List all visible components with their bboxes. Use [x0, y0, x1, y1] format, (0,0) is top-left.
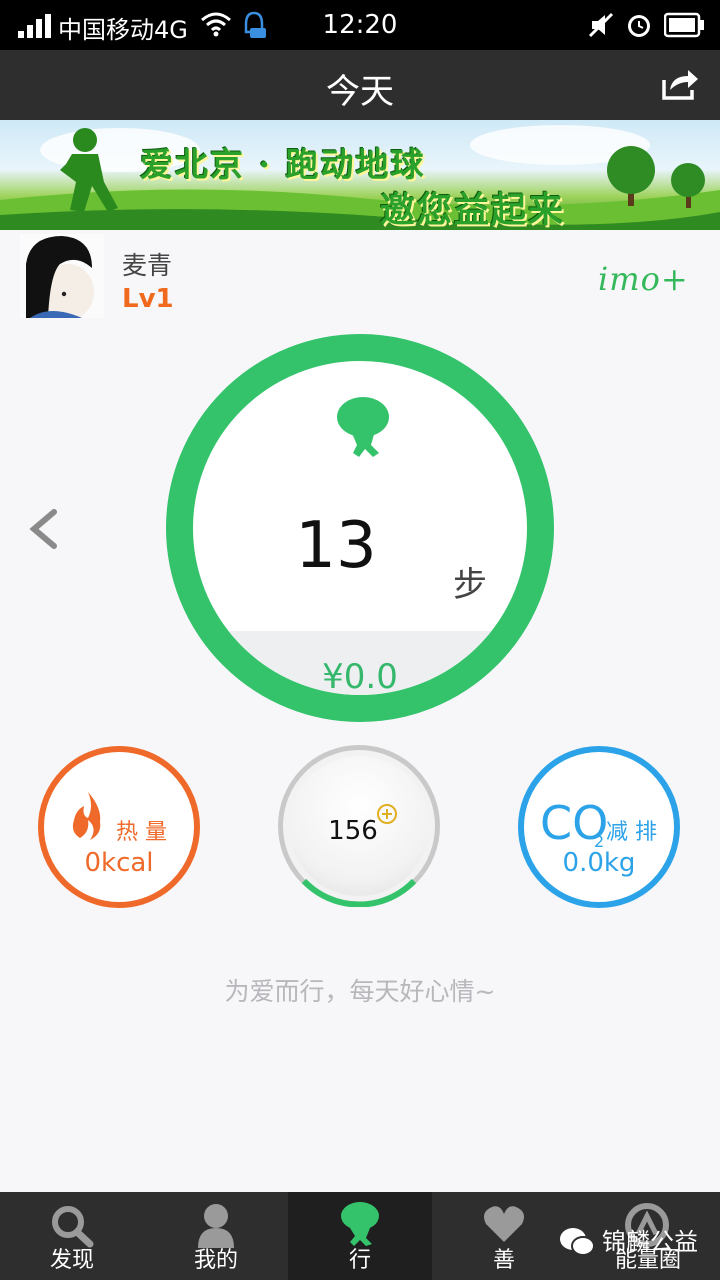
calorie-value: 0kcal: [84, 848, 154, 878]
banner-subline: 邀您益起来: [380, 190, 566, 230]
calorie-label: 热 量: [116, 820, 167, 845]
energy-value: 156: [328, 816, 378, 846]
steps-count: 13: [295, 509, 377, 583]
watermark-text: 锦麟公益: [602, 1228, 698, 1256]
mute-icon: [588, 12, 614, 38]
steps-ring[interactable]: 13 步 ¥0.0: [166, 334, 554, 722]
money-value: ¥0.0: [322, 657, 398, 697]
banner-headline: 爱北京 · 跑动地球: [140, 145, 426, 184]
calorie-badge[interactable]: 热 量 0kcal: [38, 746, 200, 908]
nav-mine[interactable]: 我的: [144, 1192, 288, 1280]
promo-banner[interactable]: 爱北京 · 跑动地球 邀您益起来: [0, 120, 720, 230]
co2-value: 0.0kg: [562, 848, 636, 878]
steps-unit: 步: [453, 565, 487, 605]
co2-label: 减 排: [606, 820, 657, 845]
nav-charity[interactable]: 善: [432, 1192, 576, 1280]
brand-logo: imo+: [598, 260, 689, 298]
motto-text: 为爱而行，每天好心情~: [224, 977, 496, 1006]
alarm-icon: [628, 15, 650, 37]
add-energy-icon[interactable]: [375, 802, 399, 826]
nav-walk[interactable]: 行: [288, 1192, 432, 1280]
title-bar: 今天: [0, 50, 720, 120]
nav-mine-label: 我的: [193, 1248, 238, 1273]
nav-walk-label: 行: [348, 1248, 371, 1273]
energy-ball[interactable]: 156: [278, 745, 440, 907]
heart-icon: [484, 1206, 524, 1242]
walker-mascot-icon: [337, 397, 389, 457]
nav-discover-label: 发现: [49, 1248, 94, 1273]
flame-icon: [72, 792, 101, 840]
wechat-icon: [560, 1228, 595, 1256]
walker-icon: [341, 1202, 379, 1246]
avatar[interactable]: [20, 234, 104, 318]
co2-badge[interactable]: CO 2 减 排 0.0kg: [518, 746, 680, 908]
page-title: 今天: [326, 72, 394, 112]
battery-icon: [664, 12, 704, 38]
user-name: 麦青: [122, 251, 173, 280]
nav-discover[interactable]: 发现: [0, 1192, 144, 1280]
status-bar: 中国移动4G 12:20: [0, 0, 720, 50]
share-icon[interactable]: [660, 66, 700, 102]
previous-day-arrow-icon[interactable]: [24, 506, 64, 552]
user-level: Lv1: [122, 284, 174, 314]
nav-charity-label: 善: [492, 1248, 515, 1273]
avatar-image: [20, 234, 104, 318]
